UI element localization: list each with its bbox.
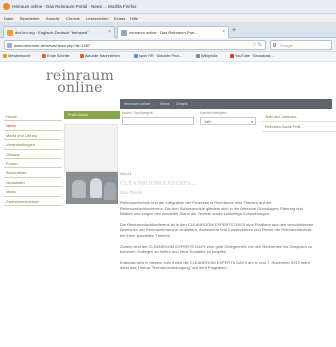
bookmark-news[interactable]: Aktuelle Nachrichten bbox=[80, 54, 120, 58]
url-bar[interactable]: www.reinraum.de/news/news.php?id=1457 ☆ … bbox=[4, 40, 266, 50]
reinraum-favicon-icon bbox=[121, 30, 127, 36]
search-tab-label: Profi-Suche bbox=[68, 113, 88, 117]
person-figure bbox=[72, 180, 86, 198]
article-headline: CLEANROOM EXPERTS ... bbox=[120, 180, 198, 187]
keyword-filter: Index: Suchbegriff bbox=[122, 111, 194, 125]
breadcrumb-item[interactable]: reinraum online bbox=[124, 102, 150, 106]
article-kicker: Aktuell bbox=[120, 172, 132, 176]
web-page: reinraum online reinraum online News Det… bbox=[0, 62, 336, 347]
tab-label: dict.leo.org · Englisch-Deutsch "behaved… bbox=[15, 30, 89, 35]
site-logo[interactable]: reinraum online bbox=[40, 69, 120, 95]
menu-history[interactable]: Chronik bbox=[66, 16, 80, 21]
search-tab[interactable]: Profi-Suche bbox=[64, 111, 120, 119]
close-icon[interactable]: × bbox=[222, 29, 225, 35]
sidebar-item-ideas[interactable]: Ideas bbox=[4, 187, 62, 197]
bookmark-icon bbox=[3, 54, 7, 58]
article-subheading: Zum Thema bbox=[120, 190, 143, 195]
menu-file[interactable]: Datei bbox=[4, 16, 13, 21]
sidebar-item-subscribe[interactable]: Abonnieren bbox=[4, 168, 62, 178]
breadcrumb-item[interactable]: Details bbox=[176, 102, 188, 106]
bookmarks-toolbar: Meistbesucht Erste Schritte Aktuelle Nac… bbox=[0, 52, 336, 62]
keyword-input[interactable] bbox=[122, 117, 194, 125]
search-placeholder: Google bbox=[280, 43, 293, 48]
bookmark-youtube[interactable]: YouTube · Broadcast ... bbox=[230, 54, 275, 58]
firefox-icon bbox=[3, 3, 10, 10]
tab-reinraum[interactable]: reinraum online · Das Reinraum-Port... × bbox=[117, 26, 229, 38]
filter-label: Nachrichtenjahr bbox=[200, 111, 227, 115]
article-image bbox=[66, 172, 118, 204]
right-link[interactable]: Jetzt neu: Lieferant... bbox=[262, 112, 336, 122]
article-paragraph: Zudem sind die CLEANROOM EXPERTS DAYS ei… bbox=[120, 243, 313, 255]
person-figure bbox=[90, 178, 102, 198]
tab-bar: dict.leo.org · Englisch-Deutsch "behaved… bbox=[0, 23, 336, 38]
window-titlebar: reinraum online · Das Reinraum-Portal · … bbox=[0, 0, 336, 14]
sidebar-item-market[interactable]: Markt und Library bbox=[4, 131, 62, 141]
sidebar-item-forum[interactable]: Forum bbox=[4, 159, 62, 169]
leo-favicon-icon bbox=[7, 30, 13, 36]
youtube-icon bbox=[230, 54, 234, 58]
menu-edit[interactable]: Bearbeiten bbox=[20, 16, 39, 21]
right-link[interactable]: Reinraum-Suche Profi... bbox=[262, 122, 336, 132]
sidebar-item-glossary[interactable]: Glossar bbox=[4, 150, 62, 159]
sidebar-item-home[interactable]: Home bbox=[4, 112, 62, 122]
article-paragraph: Die Reinraumfachkonferenz ist in den CLE… bbox=[120, 221, 314, 238]
navigation-bar: www.reinraum.de/news/news.php?id=1457 ☆ … bbox=[0, 38, 336, 52]
wikipedia-icon bbox=[196, 54, 200, 58]
new-tab-button[interactable]: + bbox=[232, 27, 236, 34]
filter-value: Jahr bbox=[204, 120, 212, 124]
sidebar-item-partners[interactable]: Partnerverzeichnis bbox=[4, 197, 62, 206]
breadcrumb-item[interactable]: News bbox=[160, 102, 170, 106]
google-icon: g bbox=[273, 42, 277, 48]
bookmark-icon bbox=[42, 54, 46, 58]
window-title: reinraum online · Das Reinraum-Portal · … bbox=[12, 4, 137, 9]
bookmark-wikipedia[interactable]: Wikipedia bbox=[196, 54, 217, 58]
year-select[interactable]: Jahr ▾ bbox=[200, 117, 256, 125]
bookmark-icon bbox=[134, 54, 138, 58]
reload-icon[interactable]: ☆ ↻ bbox=[252, 42, 262, 48]
bookmark-most-visited[interactable]: Meistbesucht bbox=[3, 54, 30, 58]
site-identity-icon[interactable] bbox=[7, 43, 12, 48]
article-paragraph: Erstmals wird in diesem Jahr Ihnen die C… bbox=[120, 259, 310, 271]
right-links: Jetzt neu: Lieferant... Reinraum-Suche P… bbox=[262, 112, 336, 132]
menu-view[interactable]: Ansicht bbox=[46, 16, 59, 21]
year-filter: Nachrichtenjahr Jahr ▾ bbox=[200, 111, 256, 125]
breadcrumb: reinraum online News Details bbox=[120, 99, 332, 109]
sidebar-item-news[interactable]: News bbox=[4, 121, 62, 131]
search-bar[interactable]: g Google bbox=[270, 40, 332, 50]
url-text: www.reinraum.de/news/news.php?id=1457 bbox=[14, 43, 91, 48]
article-paragraph: Reinraumtechnik und die Integration der … bbox=[120, 200, 303, 217]
close-icon[interactable]: × bbox=[108, 29, 111, 35]
chevron-down-icon: ▾ bbox=[250, 119, 253, 124]
sidebar-nav: Home News Markt und Library Veranstaltun… bbox=[4, 112, 62, 206]
info-box bbox=[64, 124, 118, 172]
person-figure bbox=[104, 182, 116, 200]
bookmark-icon bbox=[80, 54, 84, 58]
bookmark-spon[interactable]: spon RR · Aktuelle Proz... bbox=[134, 54, 182, 58]
menu-tools[interactable]: Extras bbox=[114, 16, 125, 21]
article: Aktuell CLEANROOM EXPERTS ... Zum Thema … bbox=[120, 172, 316, 271]
menu-bookmarks[interactable]: Lesezeichen bbox=[86, 16, 108, 21]
sidebar-item-newsletter[interactable]: Newsletter bbox=[4, 178, 62, 188]
menu-help[interactable]: Hilfe bbox=[130, 16, 138, 21]
tab-leo[interactable]: dict.leo.org · Englisch-Deutsch "behaved… bbox=[3, 26, 115, 38]
bookmark-getting-started[interactable]: Erste Schritte bbox=[42, 54, 70, 58]
sidebar-item-events[interactable]: Veranstaltungen bbox=[4, 140, 62, 150]
tab-label: reinraum online · Das Reinraum-Port... bbox=[129, 30, 198, 35]
filter-label: Index: Suchbegriff bbox=[122, 111, 153, 115]
menu-bar: Datei Bearbeiten Ansicht Chronik Lesezei… bbox=[0, 14, 336, 23]
